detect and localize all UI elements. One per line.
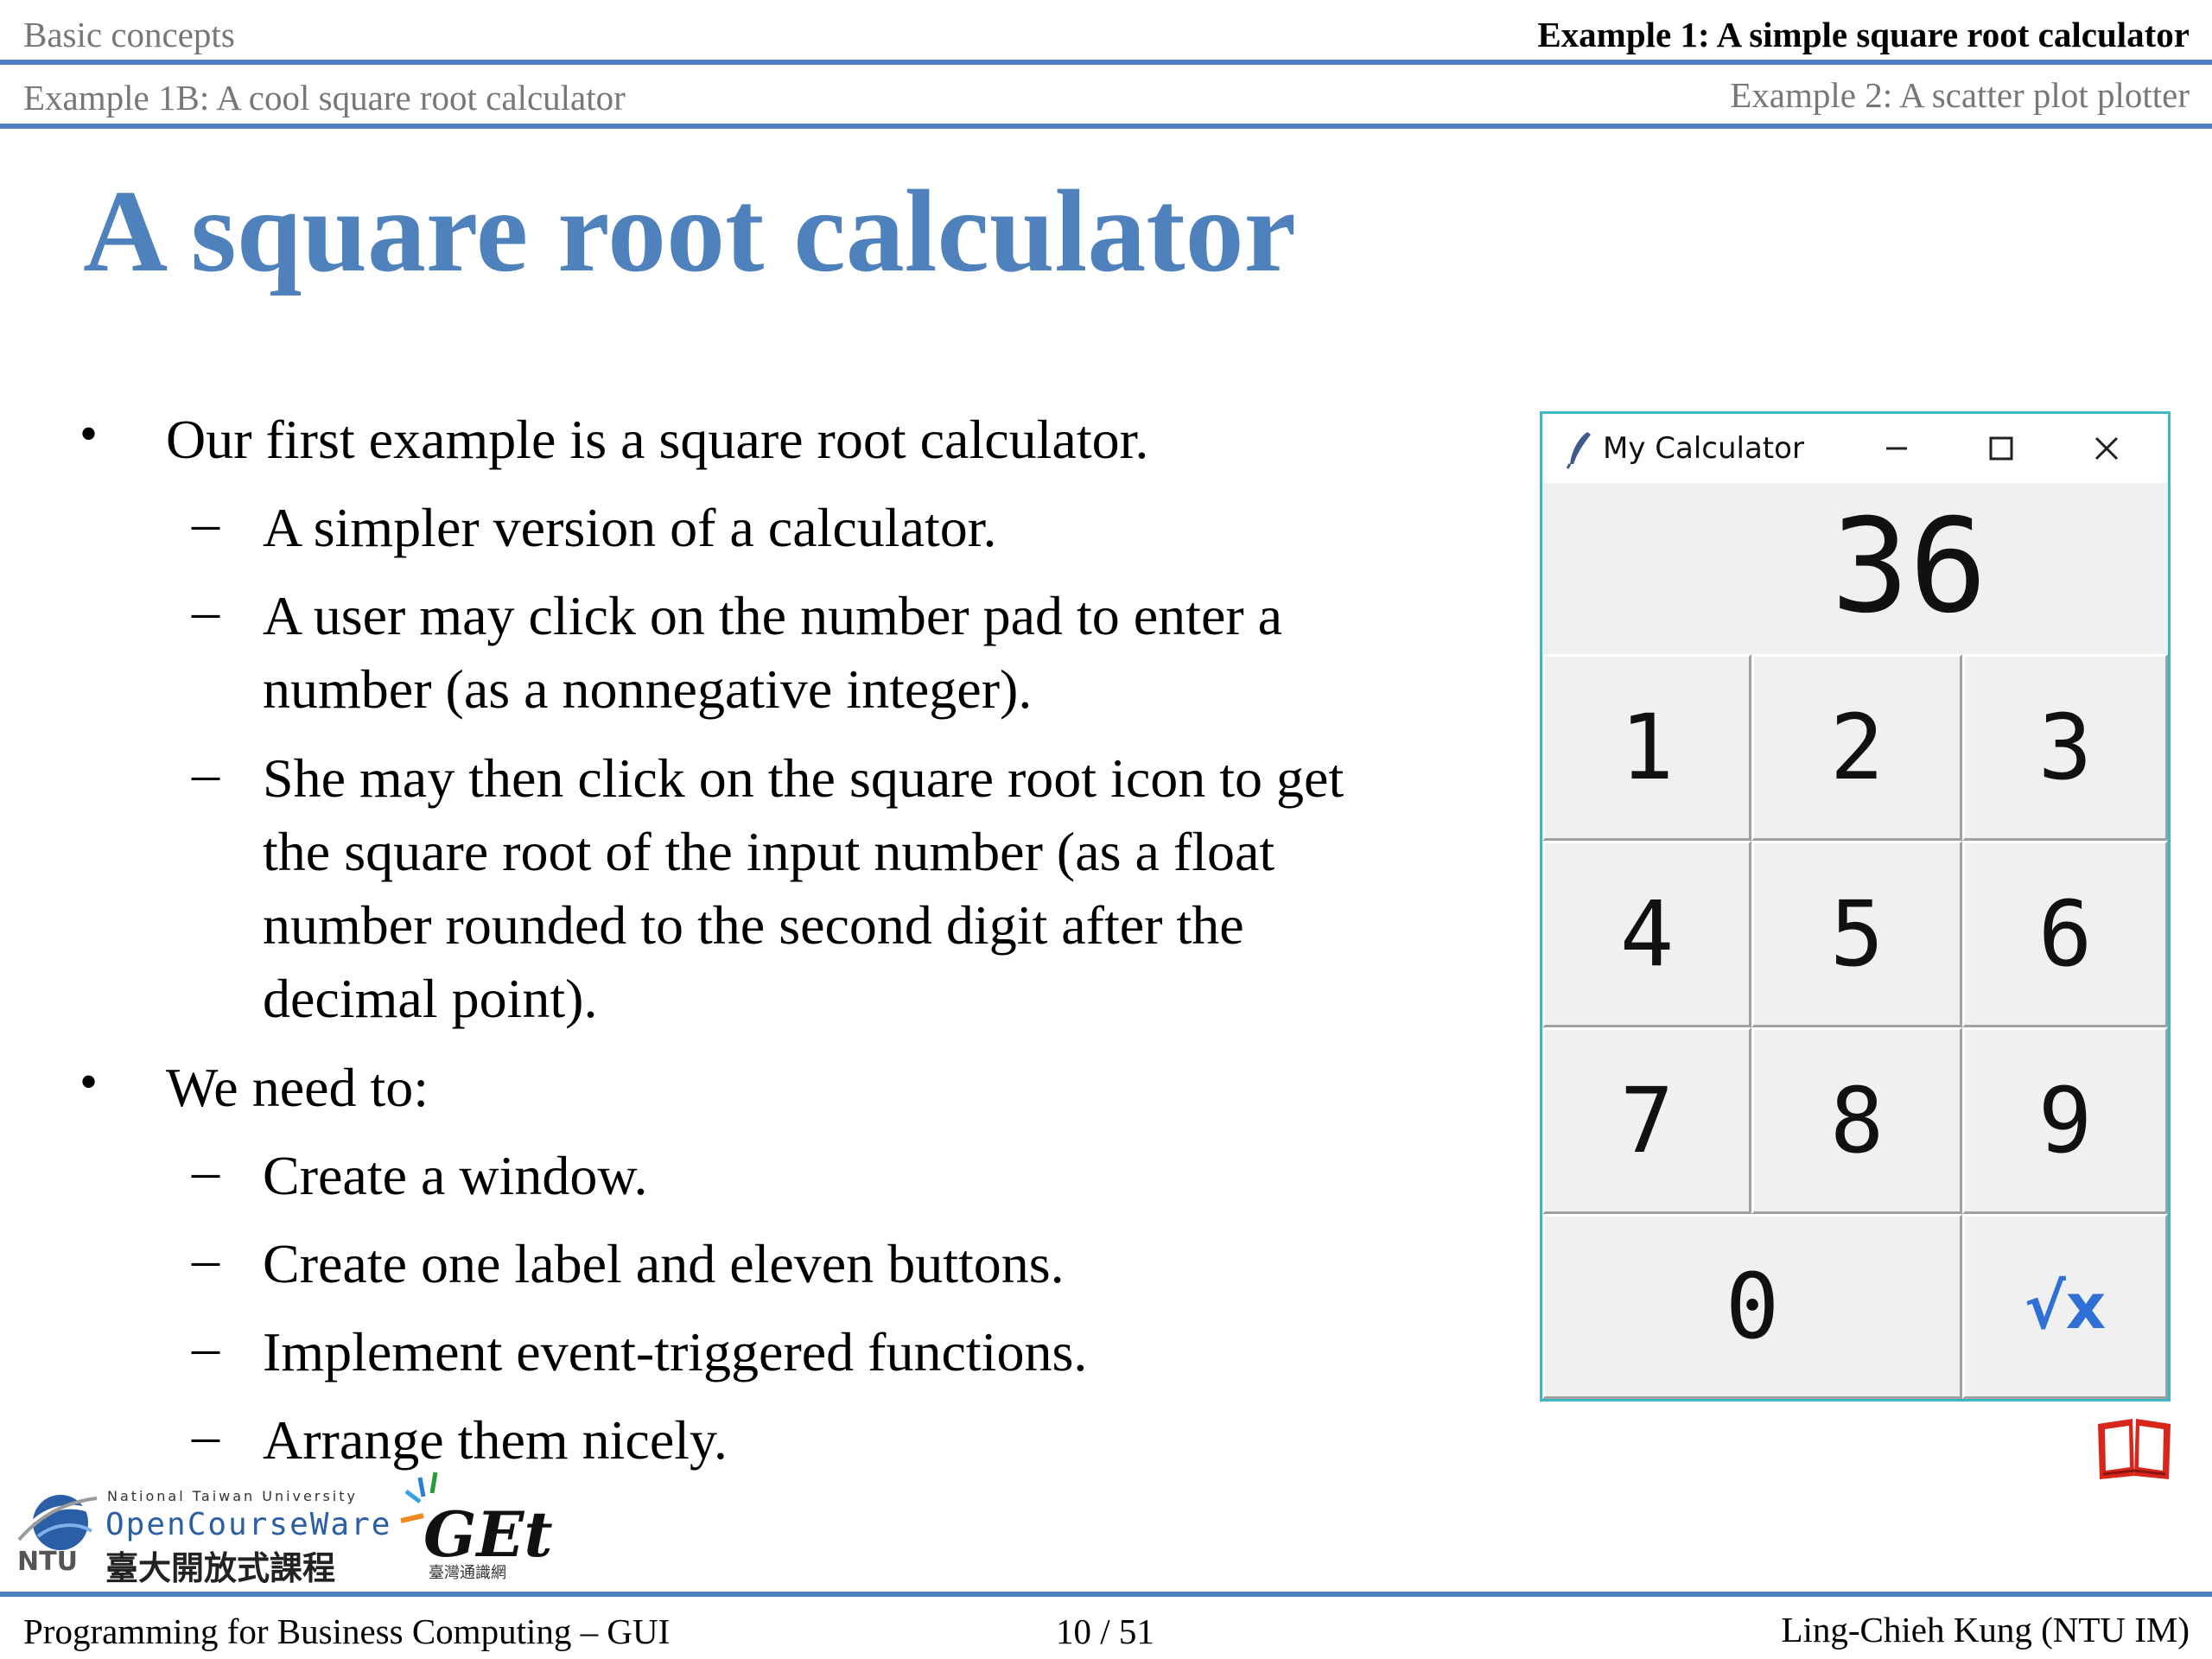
sub-bullet-item-cont: the square root of the input number (as … xyxy=(263,821,1275,882)
dash-marker: – xyxy=(192,580,219,641)
dash-marker: – xyxy=(192,492,219,553)
get-mark: GEt xyxy=(423,1497,553,1571)
dash-marker: – xyxy=(192,1140,219,1201)
footer-author: Ling-Chieh Kung (NTU IM) xyxy=(1781,1610,2190,1649)
footer-course: Programming for Business Computing – GUI xyxy=(23,1611,671,1651)
header-sub-right[interactable]: Example 2: A scatter plot plotter xyxy=(1730,78,2190,113)
feather-icon xyxy=(1566,432,1591,469)
ocw-line3: 臺大開放式課程 xyxy=(105,1549,336,1587)
key-1[interactable]: 1 xyxy=(1542,654,1751,841)
get-sub: 臺灣通識網 xyxy=(429,1564,506,1582)
sub-bullet-item-cont: decimal point). xyxy=(263,968,598,1029)
slide-title: A square root calculator xyxy=(83,167,1296,296)
header-section-right[interactable]: Example 1: A simple square root calculat… xyxy=(1537,17,2190,53)
sub-bullet-item-cont: number rounded to the second digit after… xyxy=(263,894,1244,956)
header-rule-bottom xyxy=(0,124,2212,129)
book-icon[interactable] xyxy=(2094,1415,2174,1481)
bullet-marker: • xyxy=(79,405,99,462)
key-8[interactable]: 8 xyxy=(1751,1027,1962,1214)
minimize-icon[interactable] xyxy=(1871,424,1923,473)
key-3[interactable]: 3 xyxy=(1962,654,2168,841)
sub-bullet-item: Create a window. xyxy=(263,1145,648,1206)
dash-marker: – xyxy=(192,1228,219,1289)
sub-bullet-item: She may then click on the square root ic… xyxy=(263,747,1344,809)
calculator-window: My Calculator 36 1 2 3 4 5 6 7 8 9 0 √x xyxy=(1540,411,2171,1402)
bullet-marker: • xyxy=(79,1053,99,1110)
window-title: My Calculator xyxy=(1603,431,1804,466)
dash-marker: – xyxy=(192,1404,219,1465)
key-9[interactable]: 9 xyxy=(1962,1027,2168,1214)
calculator-display: 36 xyxy=(1831,492,1987,642)
maximize-icon[interactable] xyxy=(1974,424,2026,473)
close-icon[interactable] xyxy=(2081,424,2133,473)
sub-bullet-item-cont: number (as a nonnegative integer). xyxy=(263,658,1033,720)
key-2[interactable]: 2 xyxy=(1751,654,1962,841)
footer-page-number: 10 / 51 xyxy=(1056,1611,1154,1651)
sub-bullet-item: A user may click on the number pad to en… xyxy=(263,585,1283,646)
key-5[interactable]: 5 xyxy=(1751,841,1962,1027)
sub-bullet-item: A simpler version of a calculator. xyxy=(263,497,997,558)
sub-bullet-item: Create one label and eleven buttons. xyxy=(263,1233,1065,1294)
key-0[interactable]: 0 xyxy=(1542,1214,1962,1399)
ocw-line1: National Taiwan University xyxy=(107,1488,358,1504)
ocw-line2: OpenCourseWare xyxy=(105,1507,392,1542)
key-7[interactable]: 7 xyxy=(1542,1027,1751,1214)
sub-bullet-item: Implement event-triggered functions. xyxy=(263,1321,1088,1382)
footer-rule xyxy=(0,1592,2212,1597)
header-rule-top xyxy=(0,60,2212,65)
bullet-item: We need to: xyxy=(166,1057,429,1118)
header-sub-left[interactable]: Example 1B: A cool square root calculato… xyxy=(23,80,626,116)
ntu-mark: NTU xyxy=(17,1547,78,1577)
bullet-item: Our first example is a square root calcu… xyxy=(166,409,1149,470)
key-6[interactable]: 6 xyxy=(1962,841,2168,1027)
sub-bullet-item: Arrange them nicely. xyxy=(263,1409,728,1471)
dash-marker: – xyxy=(192,742,219,804)
key-sqrt[interactable]: √x xyxy=(1962,1214,2168,1399)
window-titlebar[interactable]: My Calculator xyxy=(1542,414,2168,483)
key-4[interactable]: 4 xyxy=(1542,841,1751,1027)
header-section-left[interactable]: Basic concepts xyxy=(23,17,235,53)
dash-marker: – xyxy=(192,1316,219,1377)
